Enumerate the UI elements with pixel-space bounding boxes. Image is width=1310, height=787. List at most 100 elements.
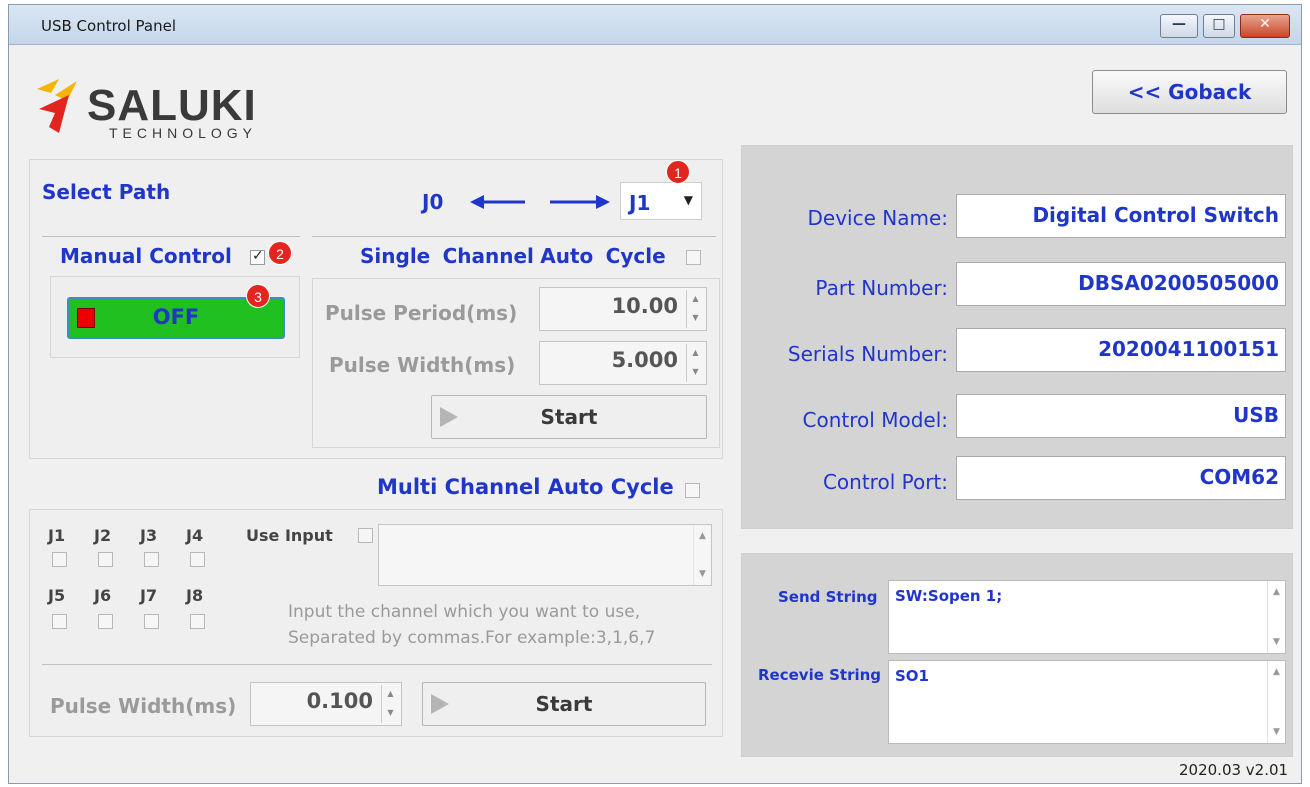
path-select-value: J1 [629, 191, 651, 215]
part-number-field: DBSA0200505000 [956, 262, 1286, 306]
send-string-label: Send String [778, 588, 878, 606]
version-label: 2020.03 v2.01 [1179, 761, 1289, 779]
pulse-width-label: Pulse Width(ms) [329, 353, 516, 377]
receive-string-box[interactable]: SO1 ▲ ▼ [888, 660, 1286, 744]
title-bar[interactable]: USB Control Panel — □ ✕ [9, 5, 1301, 45]
start-label: Start [535, 692, 593, 716]
hint-line-1: Input the channel which you want to use, [288, 602, 641, 622]
single-label-part: Cycle [605, 244, 666, 268]
pulse-width-value: 5.000 [611, 348, 678, 372]
window-title: USB Control Panel [41, 17, 177, 35]
device-name-field: Digital Control Switch [956, 194, 1286, 238]
channel-label: J6 [94, 586, 112, 605]
app-window: USB Control Panel — □ ✕ SALUKI TECHNOLOG… [8, 4, 1302, 784]
chevron-down-icon: ▼ [683, 193, 693, 207]
receive-string-value: SO1 [895, 667, 929, 685]
channel-label: J3 [140, 526, 158, 545]
multi-pulse-width-value: 0.100 [306, 689, 373, 713]
use-input-checkbox[interactable] [358, 528, 373, 543]
control-model-label: Control Model: [802, 408, 948, 432]
channel-label: J2 [94, 526, 112, 545]
control-model-field: USB [956, 394, 1286, 438]
send-string-box[interactable]: SW:Sopen 1; ▲ ▼ [888, 580, 1286, 654]
serial-number-value: 2020041100151 [1098, 337, 1279, 361]
use-input-label: Use Input [246, 526, 333, 545]
part-number-label: Part Number: [815, 276, 948, 300]
maximize-button[interactable]: □ [1203, 14, 1235, 38]
pulse-period-input[interactable]: 10.00 ▲ ▼ [539, 287, 707, 331]
single-start-button[interactable]: Start [431, 395, 707, 439]
channel-checkbox-j3[interactable] [144, 552, 159, 567]
multi-channel-panel: J1 J2 J3 J4 J5 J6 J7 J8 Use Input ▲ ▼ Inp… [29, 509, 723, 737]
single-label-part: Auto [540, 244, 594, 268]
badge-3: 3 [246, 284, 270, 308]
device-name-value: Digital Control Switch [1032, 203, 1279, 227]
minimize-button[interactable]: — [1160, 14, 1198, 38]
channel-checkbox-j2[interactable] [98, 552, 113, 567]
badge-2: 2 [268, 241, 292, 265]
part-number-value: DBSA0200505000 [1078, 271, 1279, 295]
bidirectional-arrow-icon [470, 195, 610, 209]
multi-auto-cycle-label: Multi Channel Auto Cycle [377, 475, 674, 499]
pulse-period-label: Pulse Period(ms) [325, 301, 518, 325]
logo-brand: SALUKI [87, 81, 257, 130]
toggle-label: OFF [152, 305, 200, 329]
single-auto-cycle-checkbox[interactable] [686, 250, 701, 265]
path-select-dropdown[interactable]: J1 ▼ [620, 182, 702, 220]
io-panel: Send String SW:Sopen 1; ▲ ▼ Recevie Strin… [741, 553, 1293, 757]
serial-number-label: Serials Number: [787, 342, 948, 366]
pulse-period-value: 10.00 [611, 294, 678, 318]
goback-button[interactable]: << Goback [1092, 70, 1287, 114]
divider [42, 664, 712, 665]
channel-checkbox-j8[interactable] [190, 614, 205, 629]
channel-label: J1 [48, 526, 66, 545]
control-port-value: COM62 [1199, 465, 1279, 489]
channel-input-box[interactable]: ▲ ▼ [378, 524, 712, 586]
scrollbar[interactable]: ▲ ▼ [693, 525, 711, 585]
receive-string-label: Recevie String [758, 666, 882, 684]
single-auto-cycle-header: Single Channel Auto Cycle [360, 244, 666, 268]
multi-pulse-width-label: Pulse Width(ms) [50, 694, 237, 718]
scrollbar[interactable]: ▲ ▼ [1267, 661, 1285, 743]
channel-checkbox-j7[interactable] [144, 614, 159, 629]
device-name-label: Device Name: [807, 206, 949, 230]
send-string-value: SW:Sopen 1; [895, 587, 1003, 605]
channel-checkbox-j1[interactable] [52, 552, 67, 567]
pulse-width-input[interactable]: 5.000 ▲ ▼ [539, 341, 707, 385]
select-path-label: Select Path [42, 180, 171, 204]
control-port-label: Control Port: [822, 470, 948, 494]
single-label-part: Channel [442, 244, 534, 268]
channel-checkbox-j5[interactable] [52, 614, 67, 629]
multi-auto-cycle-checkbox[interactable] [685, 483, 700, 498]
channel-label: J7 [140, 586, 158, 605]
spin-arrows-icon[interactable]: ▲ ▼ [686, 344, 704, 382]
divider [42, 236, 300, 237]
scrollbar[interactable]: ▲ ▼ [1267, 581, 1285, 653]
logo-mark-icon [37, 79, 77, 133]
channel-checkbox-j6[interactable] [98, 614, 113, 629]
control-model-value: USB [1233, 403, 1279, 427]
channel-label: J5 [48, 586, 66, 605]
single-cycle-box: Pulse Period(ms) 10.00 ▲ ▼ Pulse Width(ms… [312, 278, 720, 448]
serial-number-field: 2020041100151 [956, 328, 1286, 372]
minimize-icon: — [1172, 16, 1186, 32]
channel-checkbox-j4[interactable] [190, 552, 205, 567]
device-info-panel: Device Name: Digital Control Switch Part… [741, 145, 1293, 529]
saluki-logo: SALUKI TECHNOLOGY [29, 75, 269, 145]
control-port-field: COM62 [956, 456, 1286, 500]
logo-subtitle: TECHNOLOGY [109, 125, 258, 141]
hint-line-2: Separated by commas.For example:3,1,6,7 [288, 628, 656, 648]
close-button[interactable]: ✕ [1240, 14, 1290, 38]
manual-control-label: Manual Control [60, 244, 232, 268]
spin-arrows-icon[interactable]: ▲ ▼ [686, 290, 704, 328]
spin-arrows-icon[interactable]: ▲ ▼ [381, 685, 399, 723]
divider [312, 236, 716, 237]
badge-1: 1 [666, 160, 690, 184]
single-label-part: Single [360, 244, 431, 268]
multi-start-button[interactable]: Start [422, 682, 706, 726]
path-from-label: J0 [422, 190, 444, 214]
channel-label: J8 [186, 586, 204, 605]
multi-pulse-width-input[interactable]: 0.100 ▲ ▼ [250, 682, 402, 726]
path-panel: Select Path J0 J1 ▼ 1 Manual Control 2 O… [29, 159, 723, 459]
manual-control-checkbox[interactable] [250, 248, 265, 265]
